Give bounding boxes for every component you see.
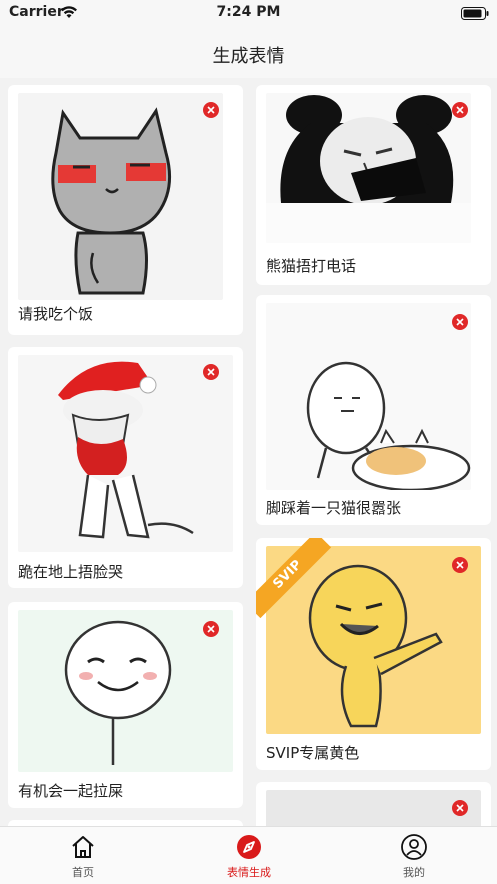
emoji-grid[interactable]: 请我吃个饭 熊猫捂打电话 脚踩着一只猫很嚣张 跪在地上捂脸哭 SVIP SVIP… [0,78,497,826]
tab-bar: 首页 表情生成 我的 [0,826,497,884]
emoji-card-svip-yellow[interactable]: SVIP SVIP专属黄色 [256,538,491,770]
card-caption: 有机会一起拉屎 [18,782,124,800]
remove-button[interactable] [203,621,219,637]
remove-button[interactable] [203,102,219,118]
card-caption: 脚踩着一只猫很嚣张 [266,499,402,517]
card-caption: 熊猫捂打电话 [266,257,357,275]
page-title: 生成表情 [212,46,285,67]
card-caption: SVIP专属黄色 [266,744,360,762]
cat-meme-image [18,93,223,300]
close-icon [456,106,464,114]
step-cat-meme-image [266,303,471,490]
remove-button[interactable] [452,314,468,330]
remove-button[interactable] [452,557,468,573]
compass-icon [237,835,261,859]
clock-label: 7:24 PM [216,4,281,20]
tab-mine[interactable]: 我的 [331,827,497,884]
remove-button[interactable] [452,800,468,816]
battery-icon [461,5,489,24]
kneel-cry-meme-image [18,355,233,552]
tab-emoji-generate[interactable]: 表情生成 [166,827,332,884]
close-icon [456,561,464,569]
close-icon [207,625,215,633]
placeholder-image [266,790,481,826]
close-icon [207,106,215,114]
emoji-card-panda[interactable]: 熊猫捂打电话 [256,85,491,285]
remove-button[interactable] [452,102,468,118]
status-bar: Carrier 7:24 PM [0,0,497,24]
user-icon [401,834,427,860]
tab-label: 首页 [72,866,94,879]
tab-home[interactable]: 首页 [0,827,166,884]
emoji-card-kneel-cry[interactable]: 跪在地上捂脸哭 [8,347,243,588]
emoji-card-partial[interactable] [256,782,491,826]
panda-meme-image [266,93,471,243]
close-icon [456,804,464,812]
smile-meme-image [18,610,233,772]
remove-button[interactable] [203,364,219,380]
card-caption: 跪在地上捂脸哭 [18,563,124,581]
emoji-card-cat[interactable]: 请我吃个饭 [8,85,243,335]
close-icon [456,318,464,326]
navigation-bar: 生成表情 [0,24,497,78]
emoji-card-step-cat[interactable]: 脚踩着一只猫很嚣张 [256,295,491,525]
tab-label: 我的 [403,866,425,879]
emoji-card-smile[interactable]: 有机会一起拉屎 [8,602,243,808]
tab-label: 表情生成 [227,866,271,879]
home-icon [72,836,94,858]
close-icon [207,368,215,376]
card-caption: 请我吃个饭 [18,305,94,323]
